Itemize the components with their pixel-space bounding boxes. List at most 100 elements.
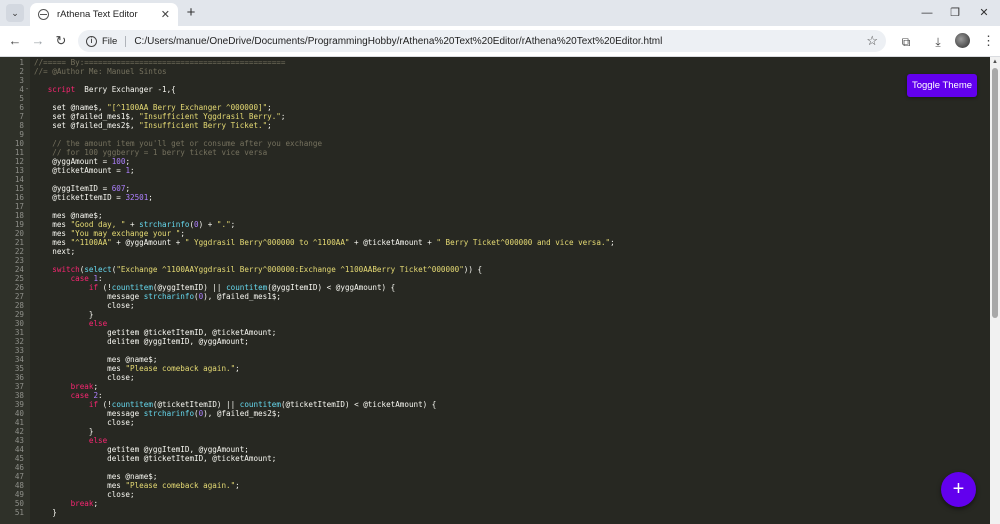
browser-menu-icon[interactable]: ⋮ — [982, 34, 995, 48]
browser-tab[interactable]: rAthena Text Editor ✕ — [30, 3, 178, 26]
code-token: ; — [180, 229, 185, 238]
code-token: } — [34, 427, 94, 436]
add-fab-button[interactable]: + — [941, 472, 976, 507]
info-icon[interactable]: i — [86, 35, 97, 47]
code-text: mes @name$; — [34, 211, 102, 220]
code-token: set @failed_mes2$, — [34, 121, 140, 130]
restore-button[interactable]: ❐ — [942, 3, 968, 23]
minimize-button[interactable]: — — [914, 3, 940, 23]
line-number: 19 — [14, 220, 24, 229]
code-editor[interactable]: 1 //===== By:============================… — [0, 57, 990, 524]
code-token: "Insufficient Yggdrasil Berry." — [139, 112, 281, 121]
line-number: 15 — [14, 184, 24, 193]
line-number: 9 — [19, 130, 24, 139]
code-token: " Berry Ticket^000000 and vice versa." — [436, 238, 611, 247]
code-text: break; — [34, 382, 98, 391]
code-token: if — [88, 283, 99, 292]
line-number: 47 — [14, 472, 24, 481]
code-text: } — [34, 310, 94, 319]
url-text[interactable]: C:/Users/manue/OneDrive/Documents/Progra… — [134, 36, 866, 47]
code-token: 607 — [111, 184, 126, 193]
scroll-thumb[interactable] — [992, 68, 998, 318]
line-number: 13 — [14, 166, 24, 175]
code-text: close; — [34, 373, 134, 382]
code-text: mes "^1100AA" + @yggAmount + " Yggdrasil… — [34, 238, 614, 247]
forward-button[interactable]: → — [28, 32, 48, 50]
code-token: countitem — [111, 400, 153, 409]
bookmark-star-icon[interactable]: ☆ — [866, 33, 878, 49]
code-token: Berry Exchanger -1,{ — [75, 85, 176, 94]
code-token: // for 100 yggberry = 1 berry ticket vic… — [34, 148, 268, 157]
code-token: : — [98, 274, 103, 283]
line-number: 8 — [19, 121, 24, 130]
code-text: else — [34, 319, 107, 328]
line-number: 34 — [14, 355, 24, 364]
line-number: 27 — [14, 292, 24, 301]
line-number: 48 — [14, 481, 24, 490]
code-text: mes "Good day, " + strcharinfo(0) + "."; — [34, 220, 235, 229]
code-text: mes "Please comeback again."; — [34, 481, 240, 490]
address-bar[interactable]: i File C:/Users/manue/OneDrive/Documents… — [78, 30, 886, 52]
code-token: "Good day, " — [70, 220, 126, 229]
reload-button[interactable]: ↻ — [51, 32, 71, 50]
code-token: delitem @yggItemID, @yggAmount; — [34, 337, 249, 346]
code-token: strcharinfo — [139, 220, 190, 229]
code-token: break — [70, 382, 94, 391]
code-token: //= @Author Me: Manuel Sintos — [34, 67, 167, 76]
tab-close-icon[interactable]: ✕ — [161, 8, 170, 21]
code-token: getitem @ticketItemID, @ticketAmount; — [34, 328, 277, 337]
code-text: delitem @ticketItemID, @ticketAmount; — [34, 454, 276, 463]
new-tab-button[interactable]: + — [183, 4, 199, 22]
code-token: "." — [216, 220, 231, 229]
code-text: message strcharinfo(0), @failed_mes2$; — [34, 409, 281, 418]
code-token: strcharinfo — [143, 409, 195, 418]
code-text: message strcharinfo(0), @failed_mes1$; — [34, 292, 281, 301]
code-token: ; — [125, 157, 131, 166]
tab-title: rAthena Text Editor — [57, 9, 138, 20]
code-token: (@yggItemID) || — [152, 283, 227, 292]
code-token: mes — [34, 364, 126, 373]
scroll-up-arrow-icon[interactable]: ▲ — [990, 57, 1000, 67]
vertical-scrollbar[interactable]: ▲ — [990, 57, 1000, 524]
code-token: )) { — [463, 265, 483, 274]
line-number: 4 — [19, 85, 24, 94]
back-button[interactable]: ← — [5, 32, 25, 50]
line-number: 49 — [14, 490, 24, 499]
code-token: 100 — [111, 157, 126, 166]
code-text: set @failed_mes1$, "Insufficient Yggdras… — [34, 112, 285, 121]
toggle-theme-button[interactable]: Toggle Theme — [907, 74, 977, 97]
code-text: // for 100 yggberry = 1 berry ticket vic… — [34, 148, 267, 157]
line-number: 39 — [14, 400, 24, 409]
download-icon[interactable]: ⤓ — [929, 33, 947, 51]
code-token: : — [98, 391, 103, 400]
profile-avatar[interactable] — [955, 33, 970, 48]
tab-search-button[interactable]: ⌄ — [6, 4, 24, 22]
code-token: ; — [230, 220, 236, 229]
line-number: 14 — [14, 175, 24, 184]
line-number: 36 — [14, 373, 24, 382]
fold-toggle-icon[interactable]: - — [25, 85, 29, 94]
code-text: next; — [34, 247, 75, 256]
line-number: 1 — [19, 58, 24, 67]
line-number: 28 — [14, 301, 24, 310]
code-text: // the amount item you'll get or consume… — [34, 139, 322, 148]
code-token: ; — [148, 193, 153, 202]
window-close-button[interactable]: ✕ — [971, 3, 997, 23]
code-token: mes — [34, 220, 71, 229]
line-number: 7 — [19, 112, 24, 121]
line-number: 11 — [14, 148, 24, 157]
code-text: mes @name$; — [34, 355, 157, 364]
code-text: mes "You may exchange your "; — [34, 229, 185, 238]
line-number: 25 — [14, 274, 24, 283]
code-token: ; — [267, 121, 272, 130]
extensions-icon[interactable]: ⧉ — [897, 33, 915, 51]
code-text: //===== By:=============================… — [34, 58, 285, 67]
chevron-down-icon: ⌄ — [11, 7, 19, 18]
code-token: close; — [34, 301, 135, 310]
line-number: 38 — [14, 391, 24, 400]
